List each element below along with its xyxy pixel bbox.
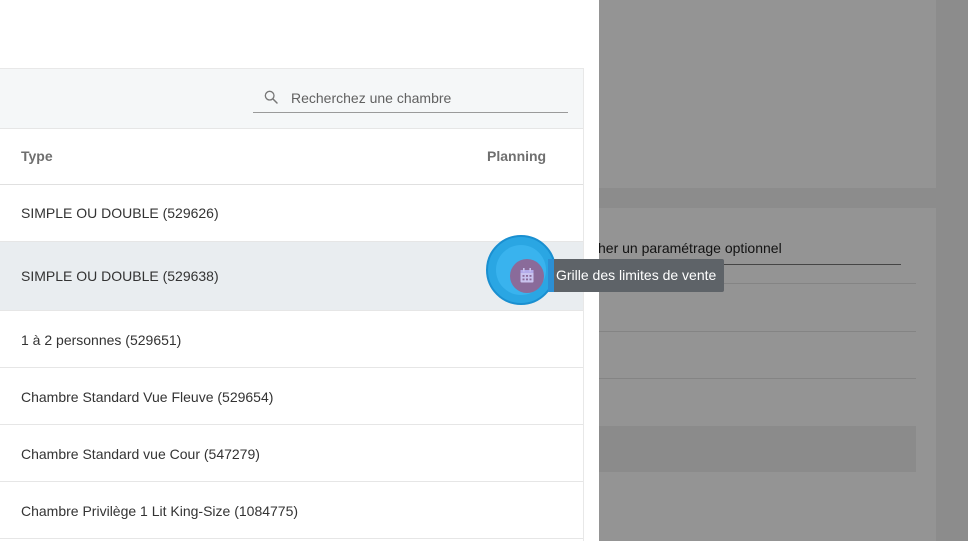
- room-list-card: Type Planning SIMPLE OU DOUBLE (529626) …: [0, 68, 584, 541]
- room-list-toolbar: [0, 68, 583, 129]
- search-icon: [264, 90, 278, 104]
- column-header-type[interactable]: Type: [21, 148, 53, 164]
- table-row[interactable]: Chambre Standard Vue Fleuve (529654): [0, 368, 583, 425]
- table-row[interactable]: SIMPLE OU DOUBLE (529626): [0, 185, 583, 242]
- table-row[interactable]: 1 à 2 personnes (529651): [0, 311, 583, 368]
- column-header-planning[interactable]: Planning: [487, 148, 546, 164]
- room-type-cell: SIMPLE OU DOUBLE (529626): [21, 205, 219, 221]
- room-type-cell: Chambre Privilège 1 Lit King-Size (10847…: [21, 503, 299, 519]
- room-type-cell: Chambre Standard Vue Fleuve (529654): [21, 389, 274, 405]
- calendar-icon: [520, 268, 534, 283]
- room-type-cell: SIMPLE OU DOUBLE (529638): [21, 268, 219, 284]
- table-header: Type Planning: [0, 128, 583, 185]
- search-input[interactable]: [291, 87, 561, 109]
- table-row[interactable]: Chambre Privilège 1 Lit King-Size (10847…: [0, 482, 583, 539]
- tooltip: Grille des limites de vente: [548, 259, 725, 292]
- room-table: Type Planning SIMPLE OU DOUBLE (529626) …: [0, 128, 583, 539]
- sales-limit-grid-button[interactable]: [510, 259, 544, 293]
- table-row[interactable]: Chambre Standard vue Cour (547279): [0, 425, 583, 482]
- room-type-cell: Chambre Standard vue Cour (547279): [21, 446, 260, 462]
- room-search: [253, 85, 568, 113]
- room-type-cell: 1 à 2 personnes (529651): [21, 332, 182, 348]
- tooltip-focus-edge: [548, 259, 554, 292]
